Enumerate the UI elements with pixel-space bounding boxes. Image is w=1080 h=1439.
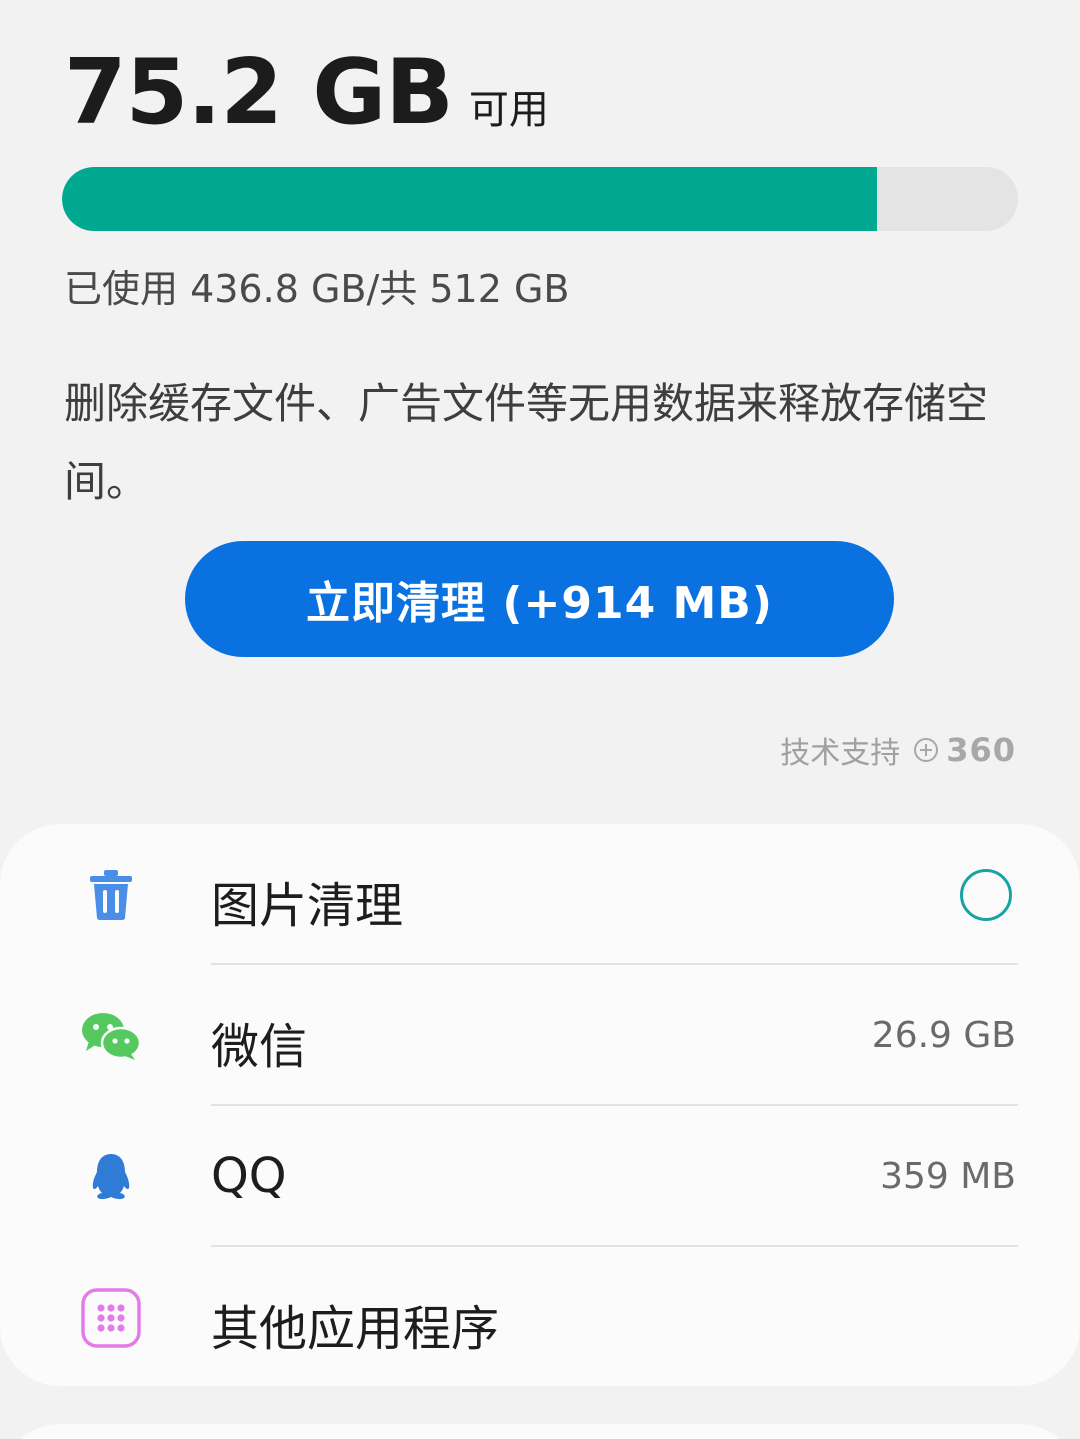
apps-grid-icon xyxy=(80,1287,142,1349)
storage-usage-bar xyxy=(62,167,1018,231)
plus-circle-icon xyxy=(914,738,939,762)
tech-support-text: 技术支持 xyxy=(780,736,901,771)
free-space-label: 可用 xyxy=(468,87,549,133)
storage-cleanup-screen: 75.2 GB 可用 已使用 436.8 GB/共 512 GB 删除缓存文件、… xyxy=(0,0,1080,1439)
list-item-wechat[interactable]: 微信 26.9 GB xyxy=(0,965,1080,1106)
trash-icon xyxy=(80,864,142,926)
storage-usage-text: 已使用 436.8 GB/共 512 GB xyxy=(64,267,570,311)
cleanup-description: 删除缓存文件、广告文件等无用数据来释放存储空间。 xyxy=(64,379,989,506)
support-brand-logo: 360 xyxy=(946,731,1016,769)
list-item-photo-cleanup[interactable]: 图片清理 xyxy=(0,824,1080,965)
storage-usage-fill xyxy=(62,167,878,231)
list-item-size: 26.9 GB xyxy=(871,1015,1016,1056)
list-item-label: QQ xyxy=(211,1148,287,1204)
free-space-value: 75.2 GB xyxy=(64,40,454,145)
free-space-header: 75.2 GB 可用 xyxy=(64,40,549,145)
list-item-other-apps[interactable]: 其他应用程序 xyxy=(0,1247,1080,1388)
list-item-size: 359 MB xyxy=(880,1156,1016,1197)
next-card-edge xyxy=(0,1424,1080,1439)
clean-now-button[interactable]: 立即清理 (+914 MB) xyxy=(185,541,894,657)
list-item-qq[interactable]: QQ 359 MB xyxy=(0,1106,1080,1247)
list-item-label: 微信 xyxy=(211,1019,308,1075)
select-radio[interactable] xyxy=(960,869,1012,921)
list-item-label: 图片清理 xyxy=(211,878,404,934)
cleanup-list-card: 图片清理 微信 26.9 GB QQ 359 MB 其他应用程序 xyxy=(0,824,1080,1386)
list-item-label: 其他应用程序 xyxy=(211,1301,500,1357)
wechat-icon xyxy=(80,1005,142,1067)
tech-support-credit: 技术支持 360 xyxy=(780,728,1016,772)
qq-penguin-icon xyxy=(80,1146,142,1208)
